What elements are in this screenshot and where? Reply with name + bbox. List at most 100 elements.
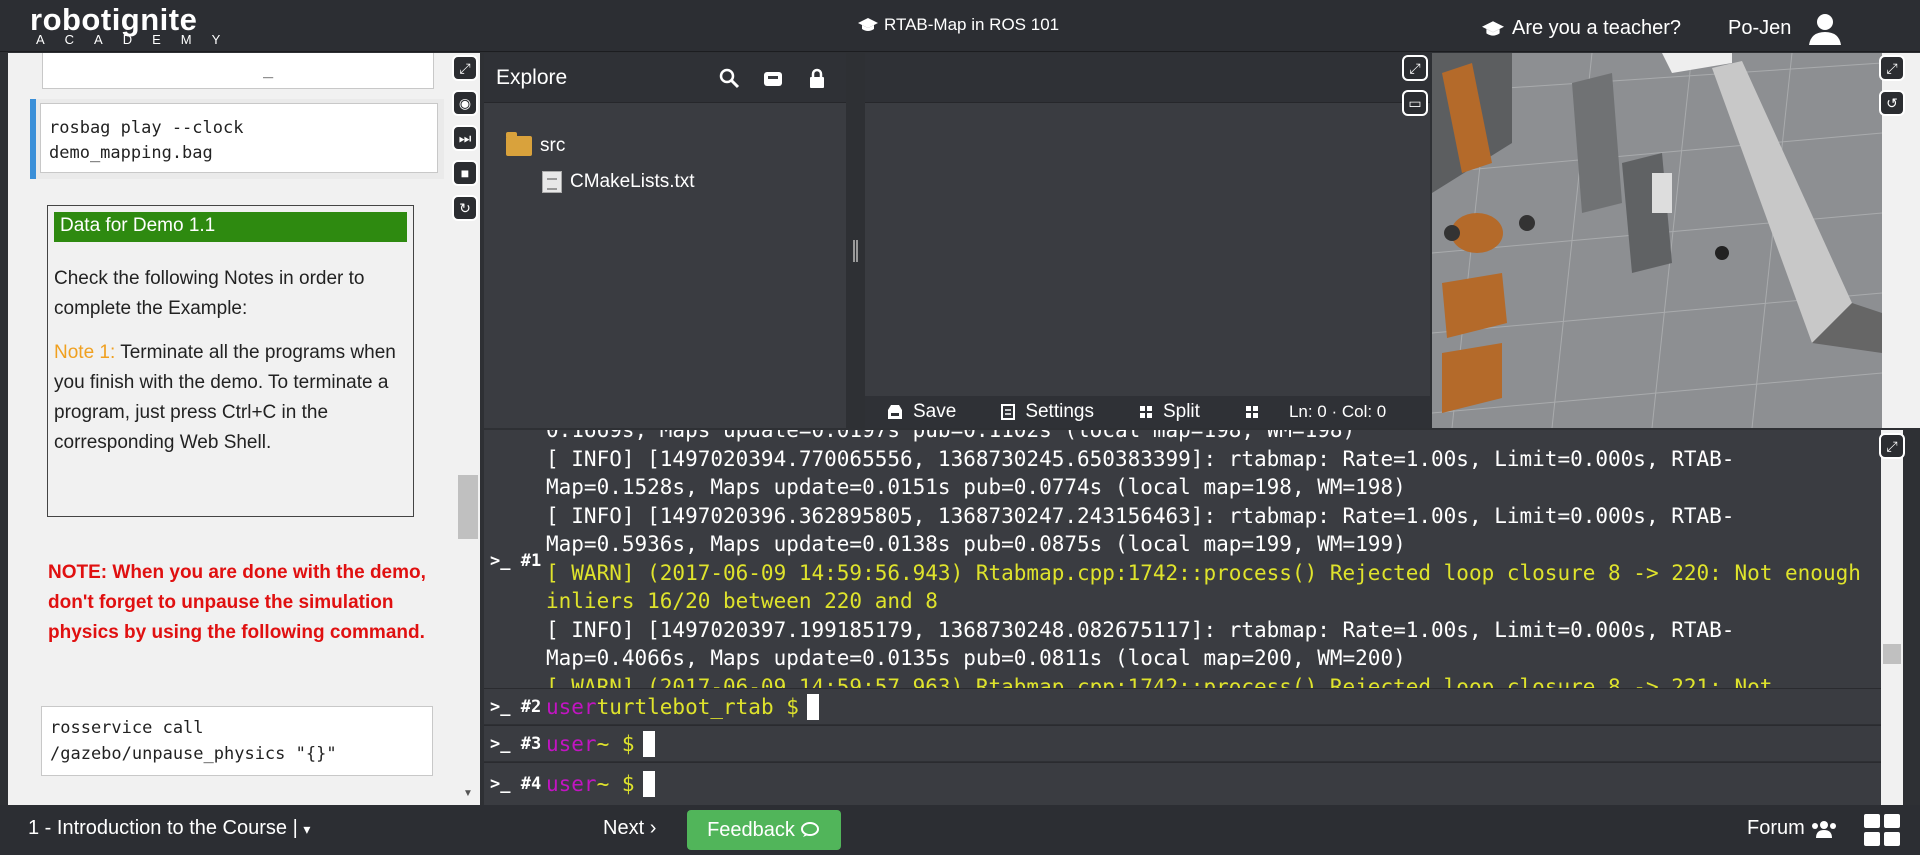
file-explorer: Explore src CMakeLists.txt xyxy=(484,53,846,428)
eye-slash-icon[interactable]: ◉ xyxy=(452,90,478,116)
simulation-toolbar: ⤢ ↺ xyxy=(1879,55,1907,125)
next-button[interactable]: Next › xyxy=(603,817,656,840)
save-button[interactable]: Save xyxy=(887,401,956,423)
notebook-toolbar: ⤢ ◉ ⏭ ■ ↻ xyxy=(452,55,480,230)
user-avatar-icon[interactable] xyxy=(1808,12,1842,46)
code-cell-rosbag[interactable]: rosbag play --clock demo_mapping.bag xyxy=(30,99,444,179)
demo-note1: Note 1: Terminate all the programs when … xyxy=(54,338,407,458)
teacher-link-text: Are you a teacher? xyxy=(1512,17,1681,39)
code-editor: Save Settings Split Ln: 0 · Col: 0 xyxy=(865,53,1430,428)
code-cell-top[interactable]: _ xyxy=(42,53,434,89)
shell-label-4: >_ #4 xyxy=(490,774,542,794)
refresh-icon[interactable]: ↻ xyxy=(452,195,478,221)
splitter-grip-icon[interactable] xyxy=(853,240,858,262)
folder-icon xyxy=(506,132,532,156)
terminal-line: [ INFO] [1497020396.362895805, 136873024… xyxy=(546,503,1735,557)
notebook-scrollbar-thumb[interactable] xyxy=(458,475,478,539)
notebook-panel: _ rosbag play --clock demo_mapping.bag D… xyxy=(8,53,480,805)
expand-icon[interactable]: ⤢ xyxy=(452,55,478,81)
editor-tab-bar xyxy=(865,53,1430,103)
graduation-cap-icon xyxy=(1482,20,1504,36)
next-label: Next xyxy=(603,817,645,839)
chapter-label: 1 - Introduction to the Course | xyxy=(28,817,298,839)
expand-icon[interactable]: ⤢ xyxy=(1879,55,1905,81)
save-icon xyxy=(888,405,902,419)
unpause-note: NOTE: When you are done with the demo, d… xyxy=(48,562,426,643)
terminal-line: [ WARN] (2017-06-09 14:59:56.943) Rtabma… xyxy=(546,560,1874,614)
course-title-text: RTAB-Map in ROS 101 xyxy=(884,15,1060,34)
settings-button[interactable]: Settings xyxy=(1001,401,1094,423)
username[interactable]: Po-Jen xyxy=(1728,17,1791,40)
save-label: Save xyxy=(913,401,957,422)
shell-user: user xyxy=(546,731,597,756)
note1-label: Note 1: xyxy=(54,342,116,363)
forum-label: Forum xyxy=(1747,817,1805,839)
terminal-line: 0.1669s, Maps update=0.0197s pub=0.1102s… xyxy=(546,430,1356,442)
teacher-link[interactable]: Are you a teacher? xyxy=(1482,17,1681,40)
web-shell-4[interactable]: >_ #4 user ~ $ xyxy=(484,762,1881,805)
lock-icon[interactable] xyxy=(806,67,828,89)
editor-toolbar: ⤢ ▭ xyxy=(1402,55,1430,125)
split-icon xyxy=(1139,406,1152,418)
file-tree: src CMakeLists.txt xyxy=(506,128,695,200)
notebook-scroll-down-arrow[interactable]: ▼ xyxy=(463,788,473,799)
code-cell-rosservice[interactable]: rosservice call /gazebo/unpause_physics … xyxy=(41,706,433,776)
top-bar: robotignite ACADEMY RTAB-Map in ROS 101 … xyxy=(0,0,1920,52)
web-shell-2[interactable]: >_ #2 user turtlebot_rtab $ xyxy=(484,688,1881,724)
archive-icon[interactable] xyxy=(762,67,784,89)
graduation-cap-icon xyxy=(858,18,878,31)
settings-label: Settings xyxy=(1025,401,1094,422)
layout-grid-icon[interactable] xyxy=(1863,813,1901,847)
shell-cursor xyxy=(806,693,819,720)
terminal-line: [ WARN] (2017-06-09 14:59:57.963) Rtabma… xyxy=(546,674,1773,689)
shell-cursor xyxy=(642,771,655,797)
shell-scrollbar[interactable] xyxy=(1881,688,1903,805)
terminal-scrollbar-thumb[interactable] xyxy=(1883,644,1901,664)
editor-status-bar: Save Settings Split Ln: 0 · Col: 0 xyxy=(865,396,1430,428)
demo-header: Data for Demo 1.1 xyxy=(54,212,407,242)
layout-button[interactable] xyxy=(1245,405,1259,419)
settings-icon xyxy=(1001,404,1016,420)
file-icon xyxy=(542,171,562,193)
tree-item-cmakelists[interactable]: CMakeLists.txt xyxy=(506,164,695,200)
demo-intro: Check the following Notes in order to co… xyxy=(54,268,365,319)
explorer-actions xyxy=(718,67,828,89)
monitor-icon[interactable]: ▭ xyxy=(1402,90,1428,116)
stop-icon[interactable]: ■ xyxy=(452,160,478,186)
expand-icon[interactable]: ⤢ xyxy=(1402,55,1428,81)
gazebo-simulation-view[interactable] xyxy=(1432,53,1882,428)
terminal-line: [ INFO] [1497020394.770065556, 136873024… xyxy=(546,446,1735,500)
step-forward-icon[interactable]: ⏭ xyxy=(452,125,478,151)
cursor-position: Ln: 0 · Col: 0 xyxy=(1288,402,1387,421)
feedback-button[interactable]: Feedback xyxy=(687,810,841,850)
bottom-bar: 1 - Introduction to the Course | ▾ Next … xyxy=(0,805,1920,855)
users-icon xyxy=(1811,820,1836,838)
shell-user: user xyxy=(546,694,597,719)
app-root: robotignite ACADEMY RTAB-Map in ROS 101 … xyxy=(0,0,1920,855)
web-shell-1[interactable]: 0.1669s, Maps update=0.0197s pub=0.1102s… xyxy=(484,430,1881,688)
course-title: RTAB-Map in ROS 101 xyxy=(858,15,1059,35)
explorer-title: Explore xyxy=(496,65,568,89)
grid-icon xyxy=(1245,406,1258,418)
logo-text: robotignite xyxy=(30,2,198,37)
expand-icon[interactable]: ⤢ xyxy=(1879,433,1905,459)
split-label: Split xyxy=(1162,401,1200,422)
split-button[interactable]: Split xyxy=(1139,401,1200,423)
chevron-right-icon: › xyxy=(649,817,657,839)
simulation-scene xyxy=(1432,53,1882,428)
shell-prompt: ~ $ xyxy=(596,731,635,756)
shell-prompt: turtlebot_rtab $ xyxy=(596,694,799,719)
forum-link[interactable]: Forum xyxy=(1747,817,1837,840)
shell-label-3: >_ #3 xyxy=(490,733,542,754)
shell-prompt: ~ $ xyxy=(596,772,635,796)
reset-icon[interactable]: ↺ xyxy=(1879,90,1905,116)
tree-item-src[interactable]: src xyxy=(506,128,695,164)
shell-user: user xyxy=(546,772,597,796)
search-icon[interactable] xyxy=(718,67,740,89)
comments-icon xyxy=(800,822,819,837)
robotignite-logo[interactable]: robotignite ACADEMY xyxy=(30,4,240,46)
shell-label-2: >_ #2 xyxy=(490,696,542,717)
shell-label-1: >_ #1 xyxy=(490,551,542,571)
chapter-selector[interactable]: 1 - Introduction to the Course | ▾ xyxy=(28,817,310,840)
web-shell-3[interactable]: >_ #3 user ~ $ xyxy=(484,725,1881,761)
